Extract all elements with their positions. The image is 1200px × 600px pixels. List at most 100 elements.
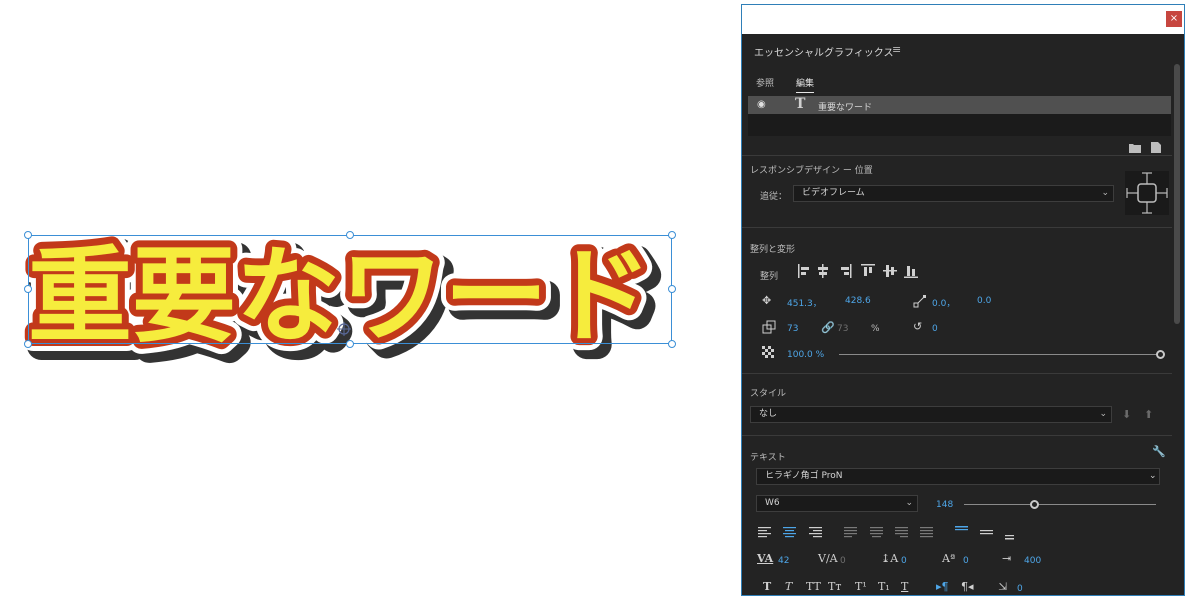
program-monitor: 重要なワード 重要なワード 重要なワード 重要なワード <box>0 0 735 600</box>
follow-label: 追従： <box>760 192 788 202</box>
tracking-value[interactable]: 42 <box>778 556 789 566</box>
indent-value[interactable]: 0 <box>1017 584 1023 594</box>
handle-mid-left[interactable] <box>24 285 32 293</box>
justify-right-icon[interactable] <box>895 527 908 538</box>
follow-value: ビデオフレーム <box>802 188 865 198</box>
scale-height-value[interactable]: 73 <box>837 324 848 334</box>
panel-scrollbar[interactable] <box>1174 64 1180 324</box>
font-size-slider-knob[interactable] <box>1030 500 1040 509</box>
font-size-value[interactable]: 148 <box>936 500 953 510</box>
panel-titlebar: × <box>742 5 1184 34</box>
text-layer-icon: T <box>795 96 806 112</box>
style-heading: スタイル <box>750 389 787 399</box>
opacity-value[interactable]: 100.0 % <box>787 350 824 360</box>
wrench-icon[interactable]: 🔧 <box>1152 446 1166 458</box>
chevron-down-icon: ⌄ <box>905 498 913 508</box>
opacity-slider-knob[interactable] <box>1156 350 1165 359</box>
close-button[interactable]: × <box>1166 11 1182 27</box>
opacity-slider-track[interactable] <box>839 354 1161 355</box>
rotation-value[interactable]: 0 <box>932 324 938 334</box>
baseline-shift-value[interactable]: 0 <box>963 556 969 566</box>
align-bottom-icon[interactable] <box>904 266 918 278</box>
scale-icon <box>762 320 776 334</box>
handle-bottom-left[interactable] <box>24 340 32 348</box>
justify-left-icon[interactable] <box>844 527 857 538</box>
rtl-direction-icon[interactable]: ¶◂ <box>961 580 974 593</box>
font-weight-value: W6 <box>765 498 780 508</box>
kerning-value[interactable]: 0 <box>840 556 846 566</box>
panel-body: エッセンシャルグラフィックス ≡ 参照 編集 ◉ T 重要なワード レスポンシブ… <box>742 34 1184 595</box>
align-left-icon[interactable] <box>798 264 809 278</box>
panel-menu-icon[interactable]: ≡ <box>892 43 901 56</box>
eye-icon[interactable]: ◉ <box>757 99 766 110</box>
chevron-down-icon[interactable]: ⌄ <box>1149 470 1157 482</box>
font-size-slider-track[interactable] <box>964 504 1156 505</box>
align-center-h-icon[interactable] <box>818 264 828 278</box>
subscript-button[interactable]: T₁ <box>878 580 890 593</box>
layer-name: 重要なワード <box>818 103 873 113</box>
indent-icon: ⇲ <box>998 580 1008 593</box>
position-x-value[interactable]: 451.3， <box>787 296 822 309</box>
ltr-direction-icon[interactable]: ▸¶ <box>936 580 949 593</box>
align-center-v-icon[interactable] <box>883 265 897 277</box>
divider <box>742 435 1172 436</box>
kerning-icon: V/A <box>818 552 838 565</box>
push-style-up-icon[interactable]: ⬆ <box>1144 409 1153 421</box>
new-layer-icon[interactable] <box>1151 142 1161 153</box>
text-align-center-icon[interactable] <box>783 527 796 538</box>
link-icon[interactable]: 🔗 <box>821 322 835 334</box>
font-weight-dropdown[interactable]: W6 ⌄ <box>756 495 918 512</box>
anchor-x-value[interactable]: 0.0， <box>932 296 955 309</box>
font-dropdown[interactable]: ヒラギノ角ゴ ProN <box>756 468 1160 485</box>
panel-title: エッセンシャルグラフィックス <box>754 48 894 59</box>
scale-unit: % <box>871 324 880 334</box>
rotation-icon: ↺ <box>913 320 923 333</box>
all-caps-button[interactable]: TT <box>806 580 821 593</box>
small-caps-button[interactable]: Tт <box>828 580 841 593</box>
align-bottom-text-icon[interactable] <box>1005 535 1014 540</box>
handle-top-mid[interactable] <box>346 231 354 239</box>
align-top-icon[interactable] <box>861 264 875 276</box>
tab-width-icon: ⇥ <box>1002 552 1012 565</box>
essential-graphics-panel: × エッセンシャルグラフィックス ≡ 参照 編集 ◉ T 重要なワード レスポン… <box>741 4 1185 596</box>
anchor-y-value[interactable]: 0.0 <box>977 296 991 306</box>
divider <box>742 155 1172 156</box>
text-heading: テキスト <box>750 453 786 463</box>
handle-mid-right[interactable] <box>668 285 676 293</box>
style-value: なし <box>759 409 778 419</box>
justify-center-icon[interactable] <box>870 527 883 538</box>
tab-browse[interactable]: 参照 <box>756 76 774 89</box>
tab-edit[interactable]: 編集 <box>796 76 815 93</box>
justify-all-icon[interactable] <box>920 527 933 538</box>
push-style-down-icon[interactable]: ⬇ <box>1122 409 1131 421</box>
tab-width-value[interactable]: 400 <box>1024 556 1041 566</box>
scale-width-value[interactable]: 73 <box>787 324 798 334</box>
handle-top-right[interactable] <box>668 231 676 239</box>
position-y-value[interactable]: 428.6 <box>845 296 871 306</box>
follow-dropdown[interactable]: ビデオフレーム ⌄ <box>793 185 1114 202</box>
underline-button[interactable]: T <box>901 580 908 593</box>
handle-bottom-right[interactable] <box>668 340 676 348</box>
handle-top-left[interactable] <box>24 231 32 239</box>
align-right-icon[interactable] <box>841 264 852 278</box>
align-middle-text-icon[interactable] <box>980 530 993 535</box>
faux-bold-button[interactable]: T <box>763 580 771 593</box>
paragraph-align-buttons <box>758 526 1014 540</box>
align-transform-heading: 整列と変形 <box>750 245 796 255</box>
leading-value[interactable]: 0 <box>901 556 907 566</box>
superscript-button[interactable]: T¹ <box>855 580 867 593</box>
handle-bottom-mid[interactable] <box>346 340 354 348</box>
pin-to-icon[interactable] <box>1125 171 1169 215</box>
tracking-icon: VA <box>757 552 774 565</box>
responsive-heading: レスポンシブデザイン ー 位置 <box>750 166 873 176</box>
folder-icon[interactable] <box>1129 143 1141 153</box>
style-dropdown[interactable]: なし ⌄ <box>750 406 1112 423</box>
text-align-left-icon[interactable] <box>758 527 771 538</box>
faux-italic-button[interactable]: T <box>785 580 792 593</box>
anchor-point-icon[interactable] <box>337 322 351 336</box>
position-icon: ✥ <box>762 294 772 307</box>
text-align-right-icon[interactable] <box>809 527 822 538</box>
layer-row[interactable]: ◉ T 重要なワード <box>748 96 1171 114</box>
leading-icon: ↨A <box>881 552 899 565</box>
align-top-text-icon[interactable] <box>955 526 968 531</box>
